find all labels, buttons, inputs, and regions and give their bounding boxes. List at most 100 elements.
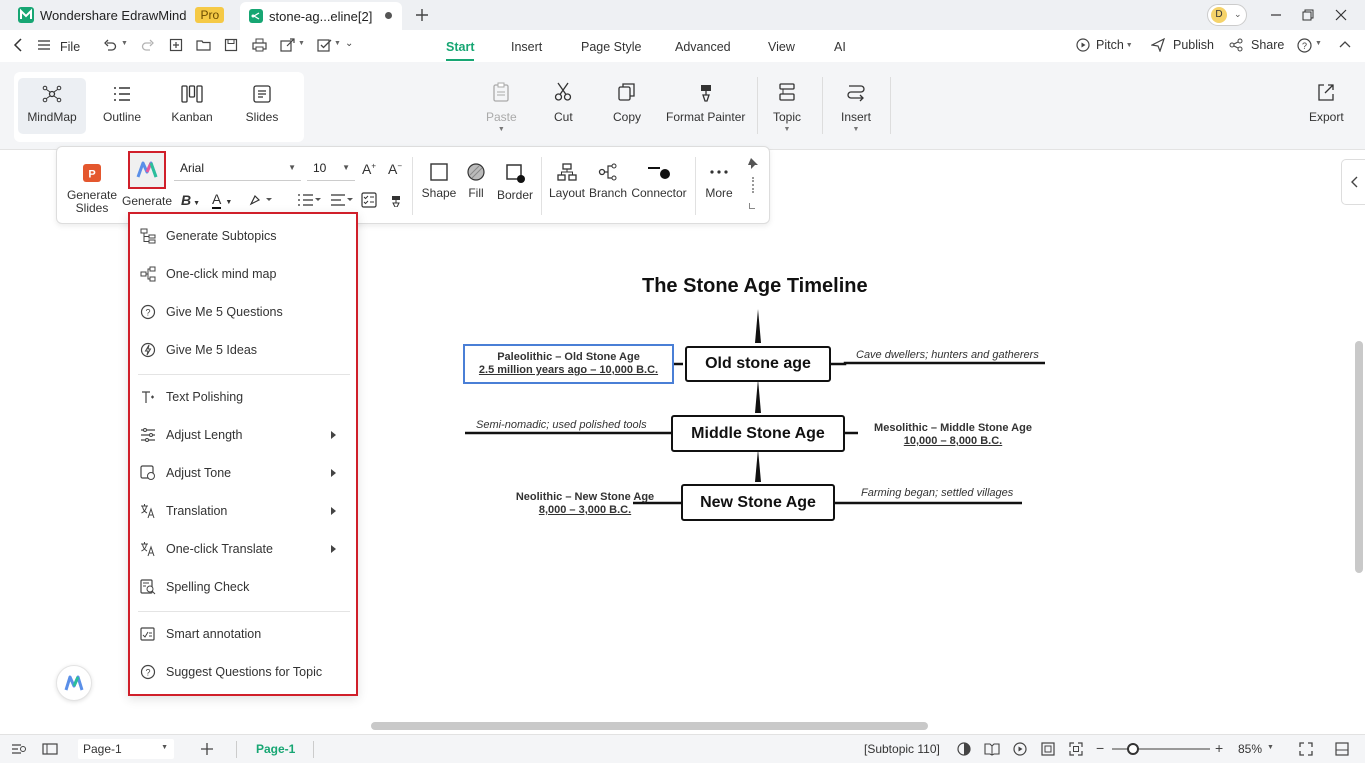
subtopic-paleolithic[interactable]: Paleolithic – Old Stone Age 2.5 million …: [463, 344, 674, 384]
menu-item-give-me-5-questions[interactable]: ? Give Me 5 Questions: [130, 294, 356, 330]
fullscreen-icon[interactable]: [1299, 742, 1313, 756]
side-panel-toggle[interactable]: [1341, 159, 1365, 205]
page-settings-icon[interactable]: [11, 742, 27, 756]
shape-button[interactable]: Shape: [420, 163, 458, 200]
menu-item-smart-annotation[interactable]: Smart annotation: [130, 616, 356, 652]
menu-item-one-click-translate[interactable]: One-click Translate: [130, 531, 356, 567]
task-check-icon[interactable]: [317, 38, 332, 52]
connector-button[interactable]: Connector: [631, 163, 687, 200]
undo-dropdown-icon[interactable]: ▼: [121, 40, 128, 47]
minimize-icon[interactable]: [1268, 7, 1284, 23]
bold-icon[interactable]: B ▼: [181, 192, 200, 208]
save-icon[interactable]: [224, 38, 238, 52]
increase-font-icon[interactable]: A+: [362, 161, 376, 177]
menu-item-generate-subtopics[interactable]: Generate Subtopics: [130, 218, 356, 254]
quick-access-more-icon[interactable]: ⌄: [345, 38, 353, 49]
format-painter-button[interactable]: Format Painter: [666, 82, 745, 124]
decrease-font-icon[interactable]: A−: [388, 161, 402, 177]
fit-page-icon[interactable]: [1041, 742, 1055, 756]
checklist-icon[interactable]: [361, 192, 377, 208]
menu-item-give-me-5-ideas[interactable]: Give Me 5 Ideas: [130, 332, 356, 368]
paste-button[interactable]: Paste ▼: [486, 82, 517, 133]
fill-button[interactable]: Fill: [461, 163, 491, 200]
menu-item-translation[interactable]: Translation: [130, 493, 356, 529]
tab-ai[interactable]: AI: [834, 40, 846, 54]
help-icon[interactable]: ?: [1297, 38, 1312, 53]
book-view-icon[interactable]: [984, 742, 1000, 756]
collapse-ribbon-icon[interactable]: [1339, 40, 1351, 48]
undo-icon[interactable]: [103, 38, 117, 52]
insert-button[interactable]: Insert ▼: [841, 82, 871, 133]
print-icon[interactable]: [252, 38, 267, 52]
restore-icon[interactable]: [1300, 7, 1316, 23]
tab-advanced[interactable]: Advanced: [675, 40, 731, 54]
new-file-icon[interactable]: [169, 38, 183, 52]
generate-button[interactable]: Generate: [122, 151, 172, 208]
open-folder-icon[interactable]: [196, 38, 211, 52]
note-middle-stone-age[interactable]: Semi-nomadic; used polished tools: [476, 419, 647, 431]
topic-new-stone-age[interactable]: New Stone Age: [681, 484, 835, 521]
tab-insert[interactable]: Insert: [511, 40, 542, 54]
new-tab-icon[interactable]: [413, 6, 431, 24]
insert-dropdown-icon[interactable]: ▼: [853, 126, 860, 133]
font-size-select[interactable]: 10 ▼: [307, 158, 355, 180]
bullet-list-icon[interactable]: [297, 193, 321, 207]
zoom-slider[interactable]: [1112, 743, 1210, 755]
topic-button[interactable]: Topic ▼: [773, 82, 801, 133]
topic-dropdown-icon[interactable]: ▼: [784, 126, 791, 133]
view-outline-button[interactable]: Outline: [88, 78, 156, 134]
resize-corner-icon[interactable]: [749, 203, 755, 209]
more-button[interactable]: More: [702, 163, 736, 200]
view-slides-button[interactable]: Slides: [228, 78, 296, 134]
tab-view[interactable]: View: [768, 40, 795, 54]
generate-slides-button[interactable]: P Generate Slides: [65, 163, 119, 215]
zoom-out-icon[interactable]: −: [1096, 740, 1104, 756]
user-avatar[interactable]: D ⌄: [1207, 4, 1247, 26]
help-dropdown-icon[interactable]: ▼: [1315, 40, 1322, 47]
zoom-in-icon[interactable]: +: [1215, 740, 1223, 756]
branch-button[interactable]: Branch: [588, 163, 628, 200]
vertical-scrollbar[interactable]: [1355, 341, 1363, 573]
view-kanban-button[interactable]: Kanban: [158, 78, 226, 134]
mindmap-title[interactable]: The Stone Age Timeline: [642, 275, 868, 298]
page-tab-active[interactable]: Page-1: [256, 742, 295, 756]
ai-assistant-button[interactable]: [56, 665, 92, 701]
theme-icon[interactable]: [957, 742, 971, 756]
menu-item-adjust-length[interactable]: Adjust Length: [130, 417, 356, 453]
view-mindmap-button[interactable]: MindMap: [18, 78, 86, 134]
hamburger-menu-icon[interactable]: [38, 39, 50, 51]
layout-button[interactable]: Layout: [547, 163, 587, 200]
back-icon[interactable]: [12, 38, 24, 52]
menu-item-spelling-check[interactable]: Spelling Check: [130, 569, 356, 605]
zoom-level[interactable]: 85%: [1238, 742, 1262, 756]
redo-icon[interactable]: [141, 38, 155, 52]
unsaved-dot-icon[interactable]: [385, 12, 392, 19]
clear-format-icon[interactable]: [389, 193, 403, 207]
task-dropdown-icon[interactable]: ▼: [334, 40, 341, 47]
share-button[interactable]: Share: [1229, 38, 1284, 52]
border-button[interactable]: Border: [494, 163, 536, 202]
font-color-icon[interactable]: A ▼: [212, 191, 232, 209]
close-icon[interactable]: [1333, 7, 1349, 23]
topic-old-stone-age[interactable]: Old stone age: [685, 346, 831, 382]
tab-page-style[interactable]: Page Style: [581, 40, 641, 54]
export-dropdown-icon[interactable]: ▼: [298, 40, 305, 47]
font-family-select[interactable]: Arial ▼: [174, 158, 301, 180]
menu-item-text-polishing[interactable]: Text Polishing: [130, 379, 356, 415]
note-old-stone-age[interactable]: Cave dwellers; hunters and gatherers: [856, 349, 1039, 361]
pitch-button[interactable]: Pitch ▼: [1076, 38, 1133, 52]
export-button[interactable]: Export: [1309, 82, 1344, 124]
topic-middle-stone-age[interactable]: Middle Stone Age: [671, 415, 845, 452]
note-new-stone-age[interactable]: Farming began; settled villages: [861, 487, 1013, 499]
add-page-icon[interactable]: [200, 742, 214, 756]
paste-dropdown-icon[interactable]: ▼: [498, 126, 505, 133]
copy-button[interactable]: Copy: [613, 82, 641, 124]
app-tab[interactable]: Wondershare EdrawMind Pro: [0, 0, 238, 30]
horizontal-scrollbar[interactable]: [371, 722, 928, 730]
fit-window-icon[interactable]: [1069, 742, 1083, 756]
pin-icon[interactable]: [747, 157, 759, 169]
menu-item-suggest-questions[interactable]: ? Suggest Questions for Topic: [130, 654, 356, 690]
zoom-slider-handle[interactable]: [1127, 743, 1139, 755]
publish-button[interactable]: Publish: [1151, 38, 1214, 52]
slideshow-play-icon[interactable]: [1013, 742, 1027, 756]
